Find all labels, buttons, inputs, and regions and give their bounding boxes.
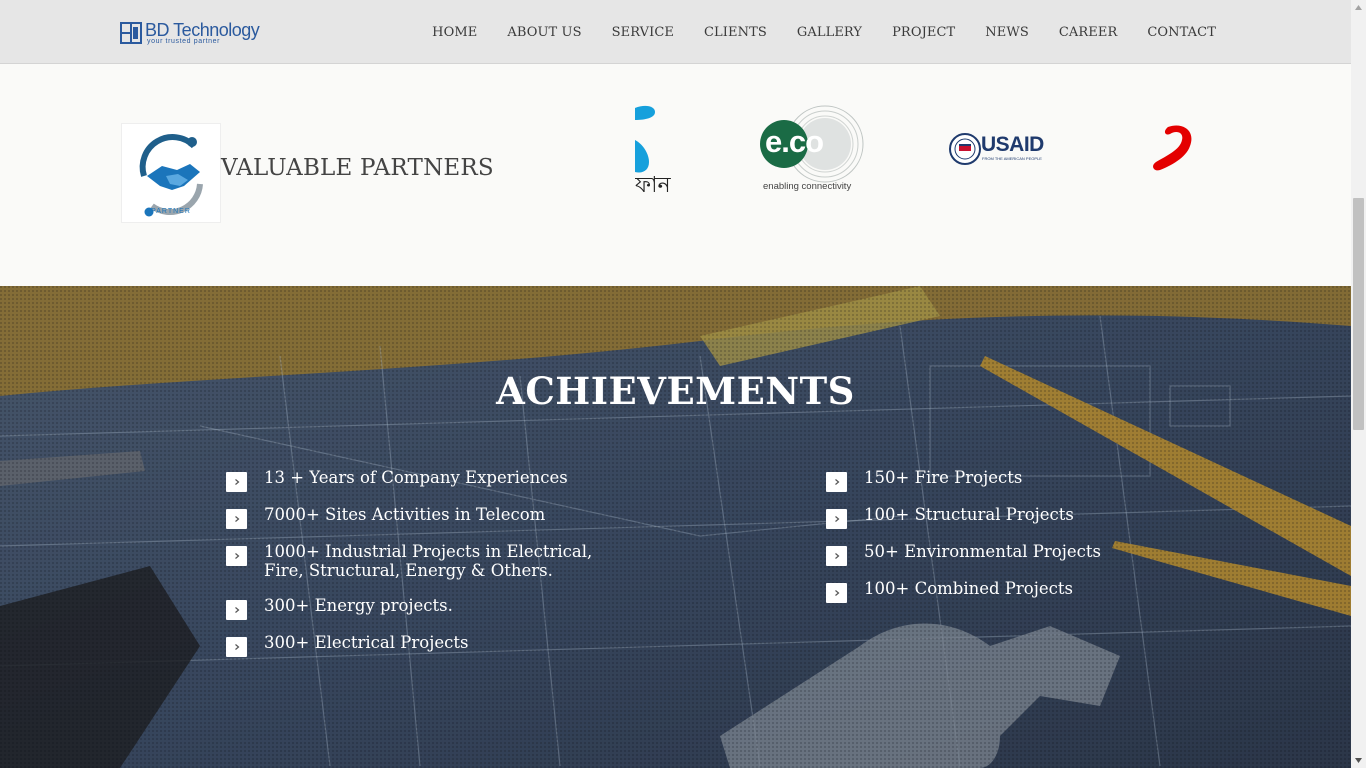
nav-contact[interactable]: CONTACT [1147,25,1216,40]
achievement-item: 100+ Structural Projects [826,505,1246,529]
partners-title: VALUABLE PARTNERS [221,155,494,181]
eco-text: e.co [765,124,824,159]
nav-project[interactable]: PROJECT [892,25,955,40]
achievements-section: ACHIEVEMENTS 13 + Years of Company Exper… [0,286,1351,768]
achievement-text: 100+ Structural Projects [864,505,1074,524]
achievement-text: 300+ Energy projects. [264,596,453,615]
usaid-logo[interactable]: USAID FROM THE AMERICAN PEOPLE [949,100,1059,210]
scroll-down-arrow-icon[interactable] [1351,753,1366,768]
nav-news[interactable]: NEWS [985,25,1029,40]
achievement-item: 100+ Combined Projects [826,579,1246,603]
achievement-item: 7000+ Sites Activities in Telecom [226,505,626,529]
grameenphone-text: ফান [635,173,671,198]
achievement-text: 300+ Electrical Projects [264,633,469,652]
brand-logo[interactable]: BD Technology your trusted partner [120,20,270,46]
achievement-text: 50+ Environmental Projects [864,542,1101,561]
chevron-right-icon [826,472,847,492]
page-scrollbar[interactable] [1351,0,1366,768]
chevron-right-icon [826,509,847,529]
nav-clients[interactable]: CLIENTS [704,25,767,40]
chevron-right-icon [226,546,247,566]
scroll-up-arrow-icon[interactable] [1351,0,1366,15]
partners-section: PARTNER VALUABLE PARTNERS ফান e.co enabl… [0,65,1351,286]
achievement-item: 13 + Years of Company Experiences [226,468,626,492]
achievements-list-right: 150+ Fire Projects 100+ Structural Proje… [826,468,1246,616]
achievement-text: 13 + Years of Company Experiences [264,468,568,487]
main-nav: HOME ABOUT US SERVICE CLIENTS GALLERY PR… [402,0,1216,64]
partners-carousel[interactable]: ফান e.co enabling connectivity USAID FRO… [635,100,1215,210]
brand-tagline: your trusted partner [147,38,221,45]
achievement-text: 100+ Combined Projects [864,579,1073,598]
nav-home[interactable]: HOME [432,25,477,40]
scrollbar-thumb[interactable] [1353,198,1364,430]
usaid-seal-icon [949,133,981,165]
achievements-list-left: 13 + Years of Company Experiences 7000+ … [226,468,626,670]
chevron-right-icon [226,600,247,620]
chevron-right-icon [226,472,247,492]
usaid-text: USAID [981,133,1044,156]
chevron-right-icon [826,546,847,566]
partner-badge-label: PARTNER [151,208,191,215]
achievement-text: 1000+ Industrial Projects in Electrical,… [264,542,593,580]
achievement-item: 50+ Environmental Projects [826,542,1246,566]
eco-logo[interactable]: e.co enabling connectivity [757,100,867,210]
achievement-item: 150+ Fire Projects [826,468,1246,492]
nav-gallery[interactable]: GALLERY [797,25,862,40]
eco-tagline: enabling connectivity [763,181,852,192]
chevron-right-icon [226,509,247,529]
achievements-title: ACHIEVEMENTS [496,369,855,413]
brand-logo-icon [120,22,142,44]
airtel-logo[interactable] [1140,100,1200,210]
achievement-text: 7000+ Sites Activities in Telecom [264,505,546,524]
chevron-right-icon [826,583,847,603]
airtel-icon [1153,125,1192,171]
achievement-item: 1000+ Industrial Projects in Electrical,… [226,542,626,580]
chevron-right-icon [226,637,247,657]
nav-service[interactable]: SERVICE [612,25,674,40]
site-header: BD Technology your trusted partner HOME … [0,0,1351,64]
grameenphone-logo[interactable]: ফান [635,100,685,210]
achievement-item: 300+ Energy projects. [226,596,626,620]
usaid-tagline: FROM THE AMERICAN PEOPLE [982,156,1042,161]
achievement-item: 300+ Electrical Projects [226,633,626,657]
nav-about-us[interactable]: ABOUT US [507,25,581,40]
achievement-text: 150+ Fire Projects [864,468,1023,487]
partner-badge: PARTNER [121,123,221,223]
nav-career[interactable]: CAREER [1059,25,1118,40]
